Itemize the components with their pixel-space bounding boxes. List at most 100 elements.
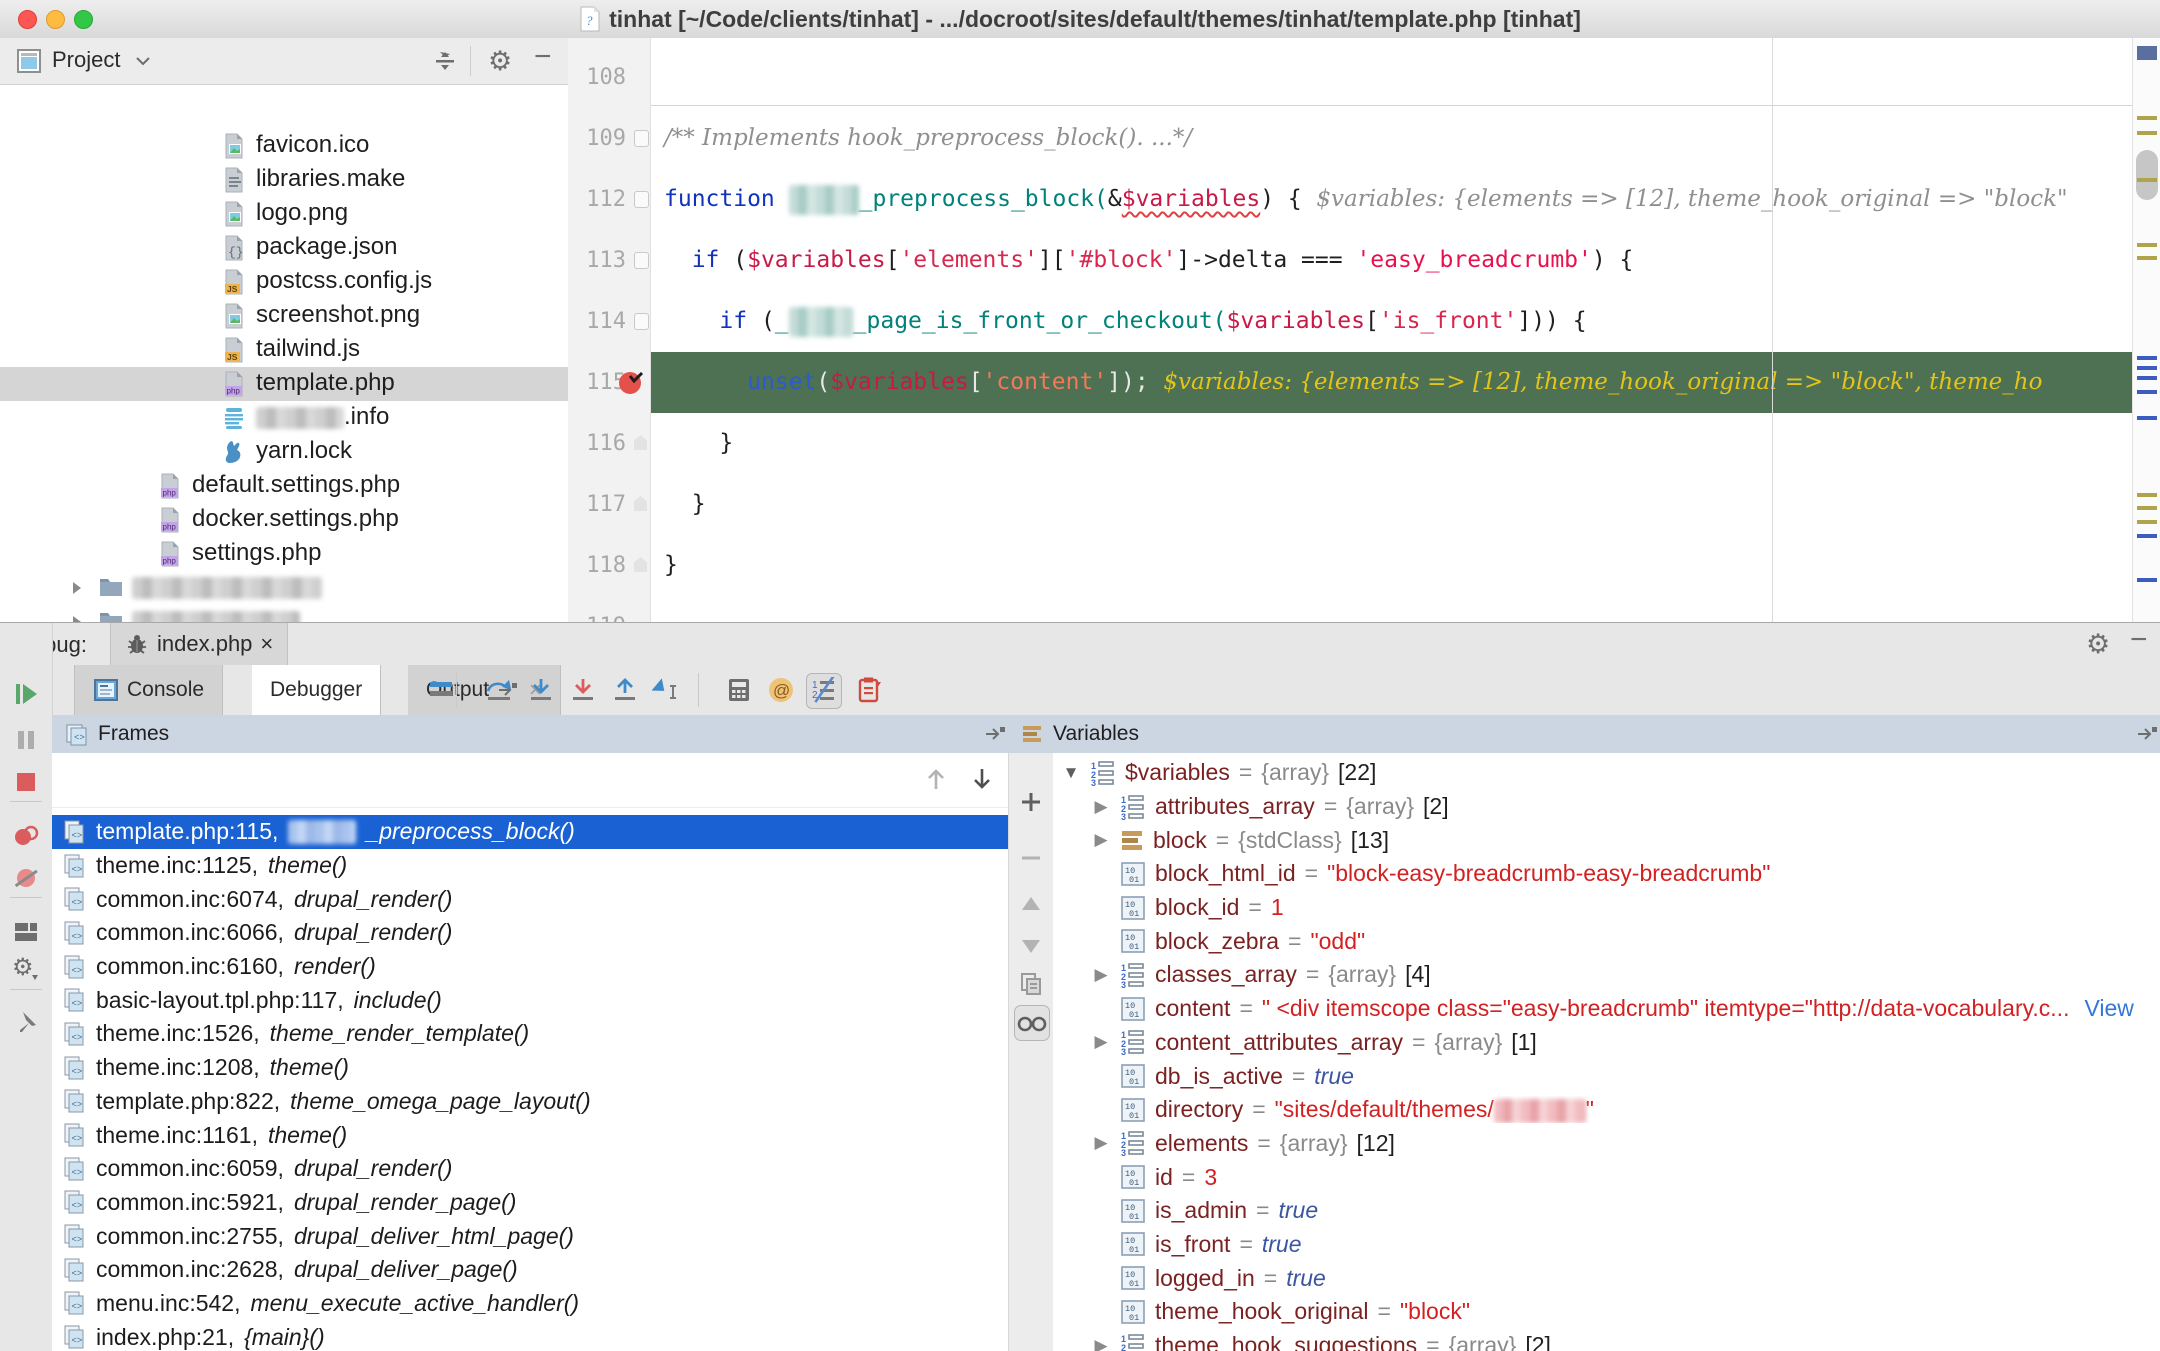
copy-icon[interactable] — [1014, 967, 1048, 1001]
tree-item-settings.php[interactable]: phpsettings.php — [0, 537, 568, 571]
frame-row[interactable]: <>template.php:115, _preprocess_block() — [52, 815, 1008, 849]
triangle-collapsed-icon[interactable]: ▶ — [1091, 830, 1111, 850]
variable-row[interactable]: ▼123$variables={array}[22] — [1053, 756, 2160, 790]
move-down-icon[interactable] — [1014, 929, 1048, 963]
triangle-expanded-icon[interactable]: ▼ — [1061, 763, 1081, 783]
tree-item-default.settings.php[interactable]: phpdefault.settings.php — [0, 469, 568, 503]
frame-row[interactable]: <>index.php:21, {main}() — [52, 1320, 1008, 1351]
project-panel-title[interactable]: Project — [52, 47, 120, 73]
frame-row[interactable]: <>common.inc:2628, drupal_deliver_page() — [52, 1253, 1008, 1287]
force-step-into-icon[interactable] — [566, 673, 600, 707]
gear-icon[interactable]: ⚙ — [488, 46, 512, 77]
chevron-right-icon[interactable] — [70, 580, 84, 596]
tree-item-screenshot.png[interactable]: screenshot.png — [0, 299, 568, 333]
watches-glasses-icon[interactable] — [1014, 1005, 1050, 1041]
fold-marker[interactable] — [634, 313, 649, 330]
variable-row[interactable]: 1001block_html_id="block-easy-breadcrumb… — [1053, 857, 2160, 891]
previous-frame-icon[interactable] — [924, 765, 948, 793]
tree-item-favicon.ico[interactable]: favicon.ico — [0, 129, 568, 163]
pause-icon[interactable] — [9, 723, 43, 757]
resume-icon[interactable] — [9, 677, 43, 711]
tree-item-logo.png[interactable]: logo.png — [0, 197, 568, 231]
chevron-right-icon[interactable] — [70, 614, 84, 622]
code-editor[interactable]: 108109112113114115116117118119 /** Imple… — [568, 38, 2160, 622]
triangle-collapsed-icon[interactable]: ▶ — [1091, 1032, 1111, 1052]
triangle-collapsed-icon[interactable]: ▶ — [1091, 1336, 1111, 1351]
hide-panel-icon[interactable]: − — [534, 40, 552, 74]
close-icon[interactable]: × — [260, 631, 273, 657]
frame-row[interactable]: <>common.inc:6066, drupal_render() — [52, 916, 1008, 950]
frame-row[interactable]: <>common.inc:6160, render() — [52, 950, 1008, 984]
tree-item-package.json[interactable]: {}package.json — [0, 231, 568, 265]
triangle-collapsed-icon[interactable]: ▶ — [1091, 797, 1111, 817]
hide-panel-icon[interactable]: − — [2130, 623, 2148, 657]
fold-marker[interactable] — [634, 191, 649, 208]
layout-icon[interactable] — [9, 915, 43, 949]
tree-item-tailwind.js[interactable]: JStailwind.js — [0, 333, 568, 367]
tree-item-yarn.lock[interactable]: yarn.lock — [0, 435, 568, 469]
step-into-icon[interactable] — [524, 673, 558, 707]
frame-row[interactable]: <>menu.inc:542, menu_execute_active_hand… — [52, 1287, 1008, 1321]
restore-layout-icon[interactable] — [852, 673, 886, 707]
triangle-collapsed-icon[interactable]: ▶ — [1091, 1133, 1111, 1153]
step-over-icon[interactable] — [482, 673, 516, 707]
mute-breakpoints-icon[interactable] — [9, 861, 43, 895]
variable-row[interactable]: 1001is_admin=true — [1053, 1194, 2160, 1228]
tab-console[interactable]: Console — [74, 665, 223, 715]
debug-session-tab[interactable]: index.php × — [110, 623, 288, 665]
evaluate-icon[interactable] — [722, 673, 756, 707]
frame-row[interactable]: <>common.inc:6059, drupal_render() — [52, 1152, 1008, 1186]
variable-row[interactable]: 1001id=3 — [1053, 1160, 2160, 1194]
variable-row[interactable]: ▶123classes_array={array}[4] — [1053, 958, 2160, 992]
fold-marker[interactable] — [634, 252, 649, 269]
variable-row[interactable]: 1001is_front=true — [1053, 1228, 2160, 1262]
variable-row[interactable]: 1001db_is_active=true — [1053, 1059, 2160, 1093]
frame-row[interactable]: <>theme.inc:1161, theme() — [52, 1118, 1008, 1152]
collapse-all-icon[interactable] — [432, 48, 458, 74]
tree-item-template.php[interactable]: phptemplate.php — [0, 367, 568, 401]
move-up-icon[interactable] — [1014, 887, 1048, 921]
sorted-list-icon[interactable]: 12 — [806, 673, 842, 709]
tree-item-.info[interactable]: .info — [0, 401, 568, 435]
remove-watch-icon[interactable] — [1014, 841, 1048, 875]
inline-values-icon[interactable]: @ — [764, 673, 798, 707]
variable-row[interactable]: ▶block={stdClass}[13] — [1053, 823, 2160, 857]
gear-arrow-icon[interactable]: ⚙ — [9, 951, 43, 985]
tree-item-docker.settings.php[interactable]: phpdocker.settings.php — [0, 503, 568, 537]
tree-item[interactable] — [0, 571, 568, 605]
tree-item-postcss.config.js[interactable]: JSpostcss.config.js — [0, 265, 568, 299]
variable-row[interactable]: 1001block_zebra="odd" — [1053, 924, 2160, 958]
move-panel-icon[interactable] — [984, 723, 1006, 743]
view-breakpoints-icon[interactable] — [9, 819, 43, 853]
frame-row[interactable]: <>common.inc:6074, drupal_render() — [52, 882, 1008, 916]
pin-icon[interactable] — [9, 1005, 43, 1039]
scrollbar-thumb[interactable] — [2136, 150, 2158, 200]
fold-marker[interactable] — [634, 557, 647, 572]
tree-item-libraries.make[interactable]: libraries.make — [0, 163, 568, 197]
variable-row[interactable]: 1001theme_hook_original="block" — [1053, 1295, 2160, 1329]
variable-row[interactable]: ▶123content_attributes_array={array}[1] — [1053, 1026, 2160, 1060]
tree-item[interactable] — [0, 605, 568, 622]
add-watch-icon[interactable] — [1014, 785, 1048, 819]
fold-marker[interactable] — [634, 130, 649, 147]
variable-row[interactable]: ▶123attributes_array={array}[2] — [1053, 790, 2160, 824]
next-frame-icon[interactable] — [970, 765, 994, 793]
error-stripe[interactable] — [2132, 38, 2160, 622]
variable-row[interactable]: 1001directory="sites/default/themes/" — [1053, 1093, 2160, 1127]
gear-icon[interactable]: ⚙ — [2086, 629, 2110, 660]
move-panel-icon[interactable] — [2136, 723, 2158, 743]
show-exec-icon[interactable] — [424, 673, 458, 707]
variable-row[interactable]: 1001block_id=1 — [1053, 891, 2160, 925]
triangle-collapsed-icon[interactable]: ▶ — [1091, 965, 1111, 985]
fold-marker[interactable] — [634, 435, 647, 450]
variable-row[interactable]: 1001content=" <div itemscope class="easy… — [1053, 992, 2160, 1026]
tab-debugger[interactable]: Debugger — [252, 665, 381, 715]
stop-icon[interactable] — [9, 765, 43, 799]
variable-row[interactable]: 1001logged_in=true — [1053, 1261, 2160, 1295]
frame-row[interactable]: <>theme.inc:1526, theme_render_template(… — [52, 1017, 1008, 1051]
view-link[interactable]: View — [2084, 995, 2133, 1022]
variable-row[interactable]: ▶123theme_hook_suggestions={array}[2] — [1053, 1329, 2160, 1351]
frame-row[interactable]: <>theme.inc:1208, theme() — [52, 1051, 1008, 1085]
frame-row[interactable]: <>common.inc:5921, drupal_render_page() — [52, 1186, 1008, 1220]
frame-row[interactable]: <>common.inc:2755, drupal_deliver_html_p… — [52, 1219, 1008, 1253]
